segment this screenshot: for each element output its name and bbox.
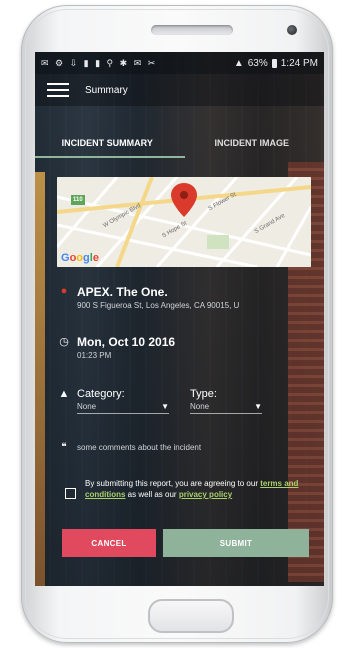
status-bar: ✉ ⚙ ⇩ ▮ ▮ ⚲ ✱ ✉ ✂ ▲ 63% 1:24 PM [35,52,324,74]
tab-bar: INCIDENT SUMMARY INCIDENT IMAGE [35,130,324,156]
consent-prefix: By submitting this report, you are agree… [85,479,261,488]
category-icon: ▲ [58,388,70,400]
consent-row: By submitting this report, you are agree… [65,478,305,500]
type-select[interactable]: None ▼ [190,402,262,414]
incident-time: 01:23 PM [77,351,112,360]
chevron-down-icon: ▼ [254,402,262,411]
type-row: Type: None ▼ [190,388,262,414]
type-label: Type: [190,388,217,400]
cancel-button[interactable]: CANCEL [62,529,156,557]
clock: 1:24 PM [280,57,318,69]
consent-text: By submitting this report, you are agree… [85,478,305,500]
location-pin-icon: ● [60,285,68,297]
category-select[interactable]: None ▼ [77,402,169,414]
location-name: APEX. The One. [77,285,168,299]
submit-button[interactable]: SUBMIT [163,529,309,557]
phone-screen: ✉ ⚙ ⇩ ▮ ▮ ⚲ ✱ ✉ ✂ ▲ 63% 1:24 PM Summary … [35,52,324,586]
app-bar: Summary [35,74,324,106]
chevron-down-icon: ▼ [161,402,169,411]
tab-incident-summary[interactable]: INCIDENT SUMMARY [35,130,180,156]
active-tab-indicator [35,156,185,158]
location-map[interactable]: 110 W Olympic Blvd S Flower St S Grand A… [57,177,311,267]
map-route-badge: 110 [73,197,83,203]
earpiece-speaker [151,25,233,35]
privacy-link[interactable]: privacy policy [179,490,232,499]
datetime-row[interactable]: ◷ Mon, Oct 10 2016 01:23 PM [57,335,175,360]
hamburger-menu-icon[interactable] [47,83,69,97]
comment-text: some comments about the incident [77,443,202,452]
location-address: 900 S Figueroa St, Los Angeles, CA 90015… [77,301,240,310]
battery-percent: 63% [247,57,268,69]
consent-checkbox[interactable] [65,488,76,499]
battery-icon [271,58,277,68]
incident-date: Mon, Oct 10 2016 [77,335,176,349]
front-camera [287,25,297,35]
type-value: None [190,402,210,411]
consent-middle: as well as our [125,490,179,499]
comment-row[interactable]: ❝ some comments about the incident [57,442,201,453]
status-right: ▲ 63% 1:24 PM [234,58,318,69]
signal-icon: ▲ [233,57,244,69]
clock-icon: ◷ [59,336,69,348]
category-row: ▲ Category: None ▼ [57,388,169,414]
home-button[interactable] [148,599,234,633]
background-building-left [35,172,45,586]
tab-incident-image[interactable]: INCIDENT IMAGE [180,130,325,156]
location-row: ● APEX. The One. 900 S Figueroa St, Los … [57,285,240,310]
category-value: None [77,402,97,411]
category-label: Category: [77,388,125,400]
app-bar-title: Summary [85,84,128,96]
comment-icon: ❝ [61,442,67,453]
google-logo: Google [61,252,99,264]
notification-icons: ✉ ⚙ ⇩ ▮ ▮ ⚲ ✱ ✉ ✂ [41,57,158,68]
